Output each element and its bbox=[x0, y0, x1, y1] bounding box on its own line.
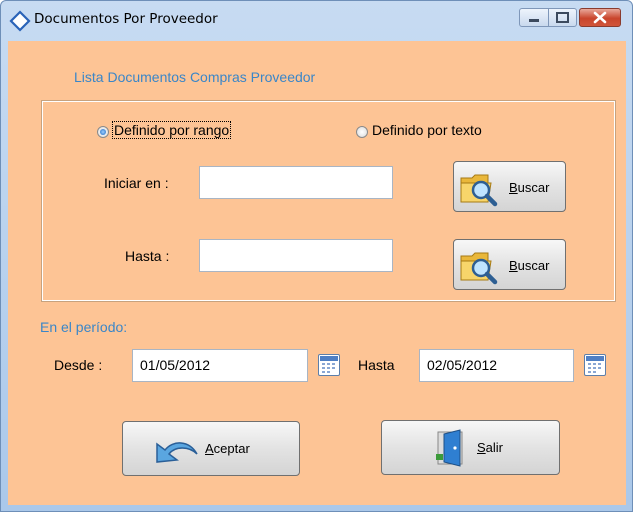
to-date-input[interactable]: 02/05/2012 bbox=[419, 349, 574, 382]
search-end-label: Buscar bbox=[509, 258, 550, 273]
from-date-input[interactable]: 01/05/2012 bbox=[132, 349, 308, 382]
text-mode-radio[interactable] bbox=[356, 126, 368, 138]
period-label: En el período: bbox=[40, 319, 128, 335]
end-label: Hasta : bbox=[125, 248, 170, 264]
start-input[interactable] bbox=[199, 166, 393, 199]
accept-label: Aceptar bbox=[205, 441, 250, 456]
close-icon bbox=[593, 11, 607, 24]
from-label: Desde : bbox=[54, 357, 103, 373]
to-calendar-button[interactable] bbox=[584, 354, 606, 376]
window-title: Documentos Por Proveedor bbox=[34, 11, 218, 27]
search-end-button[interactable]: Buscar bbox=[453, 239, 566, 290]
exit-door-icon bbox=[436, 429, 463, 467]
maximize-button[interactable] bbox=[548, 8, 577, 27]
title-bar[interactable]: Documentos Por Proveedor bbox=[1, 1, 632, 41]
exit-button[interactable]: Salir bbox=[381, 420, 560, 475]
exit-label: Salir bbox=[477, 440, 504, 455]
from-calendar-button[interactable] bbox=[318, 354, 340, 376]
text-mode-label[interactable]: Definido por texto bbox=[372, 122, 482, 138]
search-start-button[interactable]: Buscar bbox=[453, 161, 566, 212]
range-mode-radio[interactable] bbox=[97, 126, 109, 138]
close-button[interactable] bbox=[579, 8, 621, 27]
form-heading: Lista Documentos Compras Proveedor bbox=[74, 69, 316, 85]
maximize-icon bbox=[556, 12, 569, 23]
calendar-icon bbox=[586, 356, 604, 373]
diamond-icon bbox=[9, 10, 31, 32]
folder-search-icon bbox=[460, 174, 498, 207]
app-window: Documentos Por Proveedor Lista Documento… bbox=[0, 0, 633, 512]
search-start-label: Buscar bbox=[509, 180, 550, 195]
to-label: Hasta bbox=[358, 357, 395, 373]
undo-arrow-icon bbox=[156, 442, 198, 463]
calendar-icon bbox=[320, 356, 338, 373]
range-mode-label[interactable]: Definido por rango bbox=[111, 121, 232, 139]
end-input[interactable] bbox=[199, 239, 393, 272]
minimize-button[interactable] bbox=[519, 8, 549, 27]
minimize-icon bbox=[529, 19, 539, 22]
start-label: Iniciar en : bbox=[104, 175, 169, 191]
folder-search-icon bbox=[460, 252, 498, 285]
accept-button[interactable]: Aceptar bbox=[122, 421, 300, 476]
